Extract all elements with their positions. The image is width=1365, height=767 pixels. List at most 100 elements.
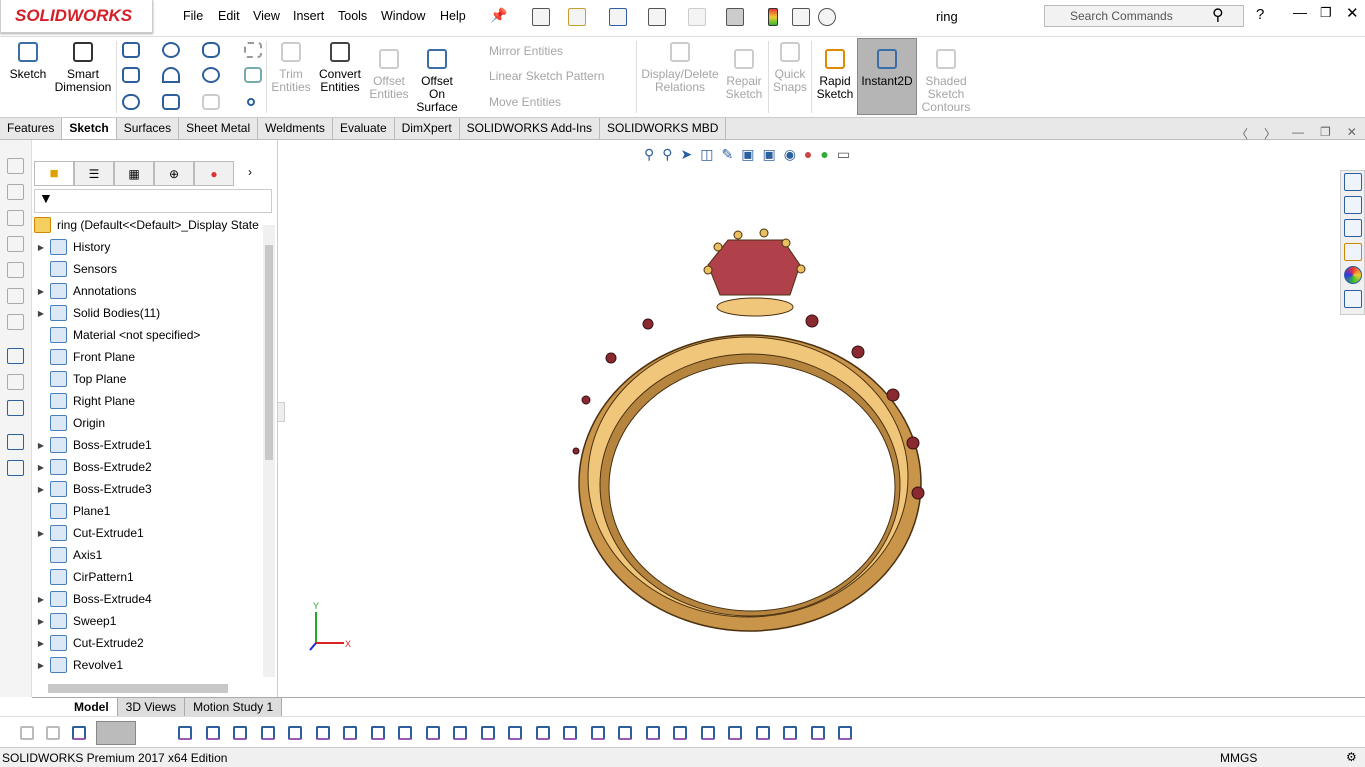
linear-sketch-pattern-button[interactable]: Linear Sketch Pattern	[489, 69, 604, 83]
restore-icon[interactable]: ❐	[1320, 5, 1332, 21]
design-library-icon[interactable]	[1344, 196, 1362, 214]
home-icon[interactable]	[1344, 173, 1362, 191]
expand-arrow-icon[interactable]: ▶	[32, 661, 50, 670]
selection-filter-icon[interactable]	[645, 726, 660, 740]
expand-arrow-icon[interactable]: ▶	[32, 485, 50, 494]
graphics-area[interactable]: ⚲ ⚲ ➤ ◫ ✎ ▣ ▣ ◉ ● ● ▭ 〈 〉 — ❐ ✕ Y X	[277, 125, 1357, 697]
spline-icon[interactable]	[202, 42, 220, 58]
tree-item[interactable]: Plane1	[32, 500, 110, 522]
expand-arrow-icon[interactable]: ▶	[32, 463, 50, 472]
expand-arrow-icon[interactable]: ▶	[32, 309, 50, 318]
selection-filter-icon[interactable]	[260, 726, 275, 740]
new-document-icon[interactable]	[532, 8, 550, 26]
shaded-sketch-contours-button[interactable]: Shaded Sketch Contours	[920, 49, 972, 114]
selection-filter-icon[interactable]	[370, 726, 385, 740]
custom-properties-icon[interactable]	[1344, 290, 1362, 308]
selection-filter-icon[interactable]	[343, 726, 357, 740]
edit-appearance-icon[interactable]: ●	[804, 146, 812, 163]
offset-entities-button[interactable]: Offset Entities	[367, 49, 411, 101]
doc-minimize-icon[interactable]: —	[1292, 125, 1304, 142]
tree-item[interactable]: Right Plane	[32, 390, 135, 412]
strip-tool-icon[interactable]	[7, 262, 24, 278]
menu-file[interactable]: File	[183, 9, 203, 23]
strip-tool-icon[interactable]	[7, 184, 24, 200]
circle-icon[interactable]	[162, 42, 180, 58]
tab-weldments[interactable]: Weldments	[258, 118, 333, 139]
selection-filter-icon[interactable]	[673, 726, 687, 740]
fillet-icon[interactable]	[202, 94, 220, 110]
panel-splitter-handle[interactable]	[277, 402, 285, 422]
select-tool-button[interactable]	[96, 721, 136, 745]
appearances-icon[interactable]	[1344, 266, 1362, 284]
line-icon[interactable]	[122, 42, 140, 58]
strip-tool-icon[interactable]	[7, 374, 24, 390]
strip-tool-icon[interactable]	[7, 460, 24, 476]
display-style-icon[interactable]: ▣	[762, 146, 775, 163]
previous-window-icon[interactable]: 〈	[1236, 125, 1248, 142]
smart-dimension-button[interactable]: Smart Dimension	[52, 42, 114, 94]
tree-item[interactable]: ▶ Boss-Extrude2	[32, 456, 152, 478]
instant2d-button[interactable]: Instant2D	[857, 38, 917, 115]
file-explorer-icon[interactable]	[1344, 219, 1362, 237]
selection-filter-icon[interactable]	[178, 726, 192, 740]
text-icon[interactable]	[244, 67, 262, 83]
expand-arrow-icon[interactable]: ▶	[32, 595, 50, 604]
tree-item[interactable]: Sensors	[32, 258, 117, 280]
tree-item[interactable]: Front Plane	[32, 346, 135, 368]
menu-view[interactable]: View	[253, 9, 280, 23]
menu-help[interactable]: Help	[440, 9, 466, 23]
selection-filter-icon[interactable]	[453, 726, 467, 740]
selection-filter-icon[interactable]	[755, 726, 770, 740]
zoom-area-icon[interactable]: ⚲	[662, 146, 672, 163]
selection-filter-icon[interactable]	[20, 726, 34, 740]
rectangle-icon[interactable]	[122, 67, 140, 83]
tab-evaluate[interactable]: Evaluate	[333, 118, 395, 139]
strip-tool-icon[interactable]	[7, 348, 24, 364]
filter-field[interactable]: ▼	[34, 189, 272, 213]
save-icon[interactable]	[609, 8, 627, 26]
tab-solidworks-mbd[interactable]: SOLIDWORKS MBD	[600, 118, 727, 139]
selection-filter-icon[interactable]	[838, 726, 852, 740]
selection-filter-icon[interactable]	[46, 726, 60, 740]
tab-features[interactable]: Features	[0, 118, 63, 139]
tab-sketch[interactable]: Sketch	[62, 118, 117, 139]
section-view-icon[interactable]: ◫	[700, 146, 713, 163]
print-icon[interactable]	[648, 8, 666, 26]
tree-item[interactable]: ▶ Sweep1	[32, 610, 116, 632]
selection-filter-icon[interactable]	[508, 726, 522, 740]
menu-window[interactable]: Window	[381, 9, 425, 23]
expand-arrow-icon[interactable]: ▶	[32, 617, 50, 626]
selection-filter-icon[interactable]	[425, 726, 440, 740]
minimize-icon[interactable]: —	[1293, 4, 1307, 20]
menu-insert[interactable]: Insert	[293, 9, 324, 23]
expand-arrow-icon[interactable]: ▶	[32, 529, 50, 538]
dimxpert-manager-tab[interactable]: ⊕	[154, 161, 194, 186]
rebuild-icon[interactable]	[768, 8, 778, 26]
view-settings-icon[interactable]: ▭	[837, 146, 850, 163]
selection-filter-icon[interactable]	[315, 726, 330, 740]
property-manager-tab[interactable]: ☰	[74, 161, 114, 186]
open-icon[interactable]	[568, 8, 586, 26]
file-properties-icon[interactable]	[792, 8, 810, 26]
selection-filter-icon[interactable]	[700, 726, 715, 740]
selection-filter-icon[interactable]	[233, 726, 247, 740]
strip-tool-icon[interactable]	[7, 210, 24, 226]
arc-icon[interactable]	[162, 67, 180, 83]
dynamic-annotation-icon[interactable]: ✎	[722, 146, 734, 163]
strip-tool-icon[interactable]	[7, 236, 24, 252]
tree-item[interactable]: Material <not specified>	[32, 324, 200, 346]
tree-item[interactable]: Origin	[32, 412, 105, 434]
tree-item[interactable]: Top Plane	[32, 368, 126, 390]
previous-view-icon[interactable]: ➤	[681, 146, 693, 163]
rebuild-status-icon[interactable]: ⚙	[1346, 750, 1357, 764]
strip-tool-icon[interactable]	[7, 434, 24, 450]
move-entities-button[interactable]: Move Entities	[489, 95, 561, 109]
rapid-sketch-button[interactable]: Rapid Sketch	[814, 49, 856, 101]
selection-filter-icon[interactable]	[398, 726, 412, 740]
selection-filter-icon[interactable]	[618, 726, 632, 740]
selection-filter-icon[interactable]	[480, 726, 495, 740]
tree-item[interactable]: ▶ Cut-Extrude1	[32, 522, 144, 544]
slot-icon[interactable]	[122, 94, 140, 110]
polygon-icon[interactable]	[162, 94, 180, 110]
repair-sketch-button[interactable]: Repair Sketch	[722, 49, 766, 101]
